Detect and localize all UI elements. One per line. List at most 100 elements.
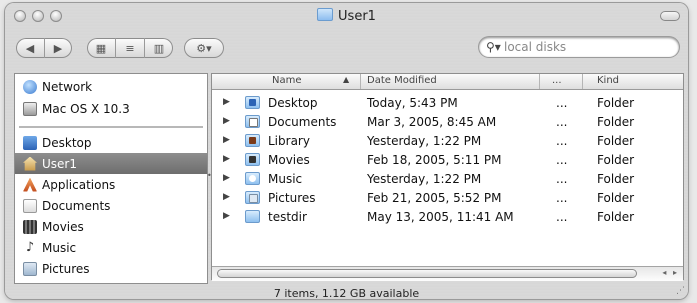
row-date: Today, 5:43 PM [367, 96, 458, 110]
row-size: ... [556, 96, 568, 110]
row-date: Yesterday, 1:22 PM [367, 172, 482, 186]
sidebar-item-label: Pictures [42, 261, 90, 276]
back-button[interactable]: ◀ [17, 38, 45, 58]
row-date: Yesterday, 1:22 PM [367, 134, 482, 148]
document-icon [23, 198, 37, 213]
table-row[interactable]: ▶ Library Yesterday, 1:22 PM ... Folder [212, 131, 683, 150]
disclosure-triangle-icon[interactable]: ▶ [223, 154, 230, 164]
disclosure-triangle-icon[interactable]: ▶ [223, 173, 230, 183]
icon-view-button[interactable]: ▦ [87, 38, 116, 58]
column-divider[interactable] [360, 74, 361, 89]
row-size: ... [556, 191, 568, 205]
table-row[interactable]: ▶ Movies Feb 18, 2005, 5:11 PM ... Folde… [212, 150, 683, 169]
table-row[interactable]: ▶ Desktop Today, 5:43 PM ... Folder [212, 93, 683, 112]
list-header: Name ▲ Date Modified ... Kind [212, 74, 683, 90]
row-kind: Folder [597, 172, 635, 186]
resize-grip-icon[interactable]: ⋰ [676, 286, 685, 296]
row-name: Documents [268, 115, 337, 129]
row-date: Feb 18, 2005, 5:11 PM [367, 153, 502, 167]
file-list: Name ▲ Date Modified ... Kind ▶ Desktop … [212, 74, 683, 279]
row-name: Desktop [268, 96, 318, 110]
sidebar-item-mac-os-x[interactable]: Mac OS X 10.3 [15, 98, 207, 119]
desktop-icon [23, 135, 37, 150]
sidebar-item-user1[interactable]: User1 [15, 153, 207, 174]
column-header-name[interactable]: Name [272, 75, 302, 86]
documents-folder-icon [245, 115, 260, 128]
search-field[interactable]: ⚲▾ local disks [479, 37, 679, 57]
window-title: User1 [5, 8, 688, 24]
table-row[interactable]: ▶ Pictures Feb 21, 2005, 5:52 PM ... Fol… [212, 188, 683, 207]
sidebar-item-label: Music [42, 240, 77, 255]
pictures-icon [23, 261, 37, 276]
disclosure-triangle-icon[interactable]: ▶ [223, 192, 230, 202]
scrollbar-thumb[interactable] [217, 269, 637, 278]
row-size: ... [556, 172, 568, 186]
table-row[interactable]: ▶ Music Yesterday, 1:22 PM ... Folder [212, 169, 683, 188]
sidebar-item-applications[interactable]: Applications [15, 174, 207, 195]
column-view-button[interactable]: ▥ [145, 38, 173, 58]
search-placeholder: local disks [504, 40, 567, 54]
status-bar: 7 items, 1.12 GB available [273, 287, 420, 299]
pictures-folder-icon [245, 191, 260, 204]
column-divider[interactable] [582, 74, 583, 89]
row-size: ... [556, 210, 568, 224]
sidebar-item-label: Movies [42, 219, 84, 234]
sidebar-item-network[interactable]: Network [15, 76, 207, 97]
sidebar-item-music[interactable]: ♪ Music [15, 237, 207, 258]
column-view-icon: ▥ [153, 41, 165, 55]
back-arrow-icon: ◀ [25, 41, 35, 55]
sidebar-item-desktop[interactable]: Desktop [15, 132, 207, 153]
sidebar-item-label: User1 [42, 156, 77, 171]
sidebar-item-label: Applications [42, 177, 116, 192]
folder-icon [317, 8, 334, 21]
sidebar: Network Mac OS X 10.3 Desktop User1 Appl… [15, 74, 207, 283]
column-header-size[interactable]: ... [552, 75, 562, 86]
column-header-kind[interactable]: Kind [597, 75, 619, 86]
music-folder-icon [245, 172, 260, 185]
sort-ascending-icon: ▲ [343, 75, 350, 84]
home-icon [23, 156, 37, 171]
list-view-button[interactable]: ≡ [116, 38, 145, 58]
search-icon: ⚲▾ [486, 40, 501, 54]
list-view-icon: ≡ [125, 41, 135, 55]
column-header-date[interactable]: Date Modified [367, 75, 437, 86]
music-note-icon: ♪ [25, 239, 35, 255]
row-kind: Folder [597, 96, 635, 110]
library-folder-icon [245, 134, 260, 147]
toolbar-toggle-button[interactable] [660, 11, 680, 21]
table-row[interactable]: ▶ testdir May 13, 2005, 11:41 AM ... Fol… [212, 207, 683, 226]
scroll-arrows-icon[interactable]: ◂ ▸ [662, 268, 679, 277]
disclosure-triangle-icon[interactable]: ▶ [223, 211, 230, 221]
row-date: May 13, 2005, 11:41 AM [367, 210, 514, 224]
window-title-text: User1 [338, 9, 376, 24]
column-divider[interactable] [539, 74, 540, 89]
finder-window: User1 ◀ ▶ ▦ ≡ ▥ ⚙▾ ⚲▾ local disks Networ… [5, 3, 688, 299]
icon-view-icon: ▦ [95, 41, 107, 55]
disclosure-triangle-icon[interactable]: ▶ [223, 116, 230, 126]
disclosure-triangle-icon[interactable]: ▶ [223, 97, 230, 107]
view-mode-control[interactable]: ▦ ≡ ▥ [87, 38, 173, 58]
row-name: Movies [268, 153, 310, 167]
row-name: Pictures [268, 191, 316, 205]
applications-icon [23, 177, 37, 192]
disclosure-triangle-icon[interactable]: ▶ [223, 135, 230, 145]
sidebar-item-documents[interactable]: Documents [15, 195, 207, 216]
sidebar-item-movies[interactable]: Movies [15, 216, 207, 237]
globe-icon [23, 79, 37, 94]
sidebar-item-label: Network [42, 79, 93, 94]
horizontal-scrollbar[interactable]: ◂ ▸ [212, 266, 683, 281]
row-size: ... [556, 115, 568, 129]
forward-arrow-icon: ▶ [53, 41, 63, 55]
action-menu-button[interactable]: ⚙▾ [184, 38, 224, 58]
movies-folder-icon [245, 153, 260, 166]
sidebar-item-pictures[interactable]: Pictures [15, 258, 207, 279]
title-bar[interactable]: User1 [5, 3, 688, 29]
table-row[interactable]: ▶ Documents Mar 3, 2005, 8:45 AM ... Fol… [212, 112, 683, 131]
row-size: ... [556, 134, 568, 148]
sidebar-item-label: Mac OS X 10.3 [42, 101, 130, 116]
gear-icon: ⚙▾ [196, 41, 212, 55]
row-name: Music [268, 172, 303, 186]
row-name: Library [268, 134, 310, 148]
forward-button[interactable]: ▶ [45, 38, 72, 58]
back-forward-control[interactable]: ◀ ▶ [16, 38, 72, 58]
